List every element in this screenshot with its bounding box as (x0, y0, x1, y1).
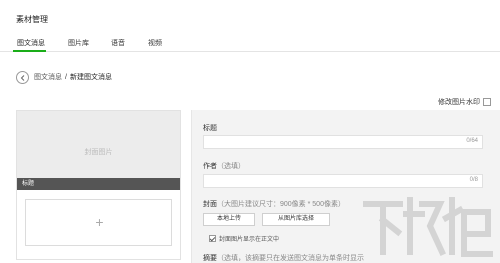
breadcrumb-current: 新建图文消息 (69, 74, 112, 81)
breadcrumb-separator: / (65, 73, 67, 81)
add-article-button[interactable]: + (25, 199, 172, 246)
page-title: 素材管理 (16, 15, 48, 24)
back-button[interactable] (16, 70, 29, 84)
tab-news[interactable]: 图文消息 (17, 38, 45, 48)
cover-image-placeholder[interactable]: 封面图片 (17, 111, 180, 178)
tab-images[interactable]: 图片库 (68, 38, 89, 48)
cover-placeholder-text: 封面图片 (84, 149, 113, 156)
author-hint: （选填） (217, 163, 245, 170)
tab-video[interactable]: 视频 (148, 38, 162, 48)
cover-field-label: 封面（大图片建议尺寸：900像素 * 500像素） (203, 199, 345, 209)
choose-from-library-button[interactable]: 从图片库选择 (262, 213, 330, 226)
author-field-label: 作者（选填） (203, 161, 245, 171)
summary-field-label: 摘要（选填，该摘要只在发送图文消息为单条时显示 (203, 253, 364, 263)
chevron-left-icon (20, 74, 25, 81)
author-label-text: 作者 (203, 163, 217, 170)
author-input[interactable]: 0/8 (203, 174, 483, 188)
breadcrumb: 图文消息 / 新建图文消息 (16, 70, 112, 84)
title-field-label: 标题 (203, 125, 217, 132)
show-cover-checkbox[interactable] (209, 235, 216, 242)
summary-hint: （选填，该摘要只在发送图文消息为单条时显示 (217, 255, 364, 262)
author-char-counter: 0/8 (469, 177, 478, 183)
upload-local-button[interactable]: 本地上传 (203, 213, 255, 226)
show-cover-label: 封面图片显示在正文中 (219, 237, 280, 243)
site-watermark-logo (363, 197, 493, 257)
article-preview: 封面图片 标题 + (16, 110, 181, 260)
edit-watermark-checkbox[interactable] (483, 98, 491, 106)
title-char-counter: 0/64 (466, 138, 478, 144)
preview-title-bar: 标题 (17, 178, 180, 190)
show-cover-option[interactable]: 封面图片显示在正文中 (209, 234, 279, 243)
summary-label-text: 摘要 (203, 255, 217, 262)
breadcrumb-parent-link[interactable]: 图文消息 (34, 72, 62, 82)
title-input[interactable]: 0/64 (203, 135, 483, 149)
cover-hint: （大图片建议尺寸：900像素 * 500像素） (217, 201, 345, 208)
tab-voice[interactable]: 语音 (111, 38, 125, 48)
edit-watermark-label: 修改图片水印 (438, 99, 480, 106)
cover-label-text: 封面 (203, 201, 217, 208)
active-tab-indicator (13, 50, 46, 52)
edit-watermark-option[interactable]: 修改图片水印 (438, 97, 491, 107)
plus-icon: + (95, 214, 104, 230)
tab-bar: 图文消息 图片库 语音 视频 (0, 32, 500, 52)
